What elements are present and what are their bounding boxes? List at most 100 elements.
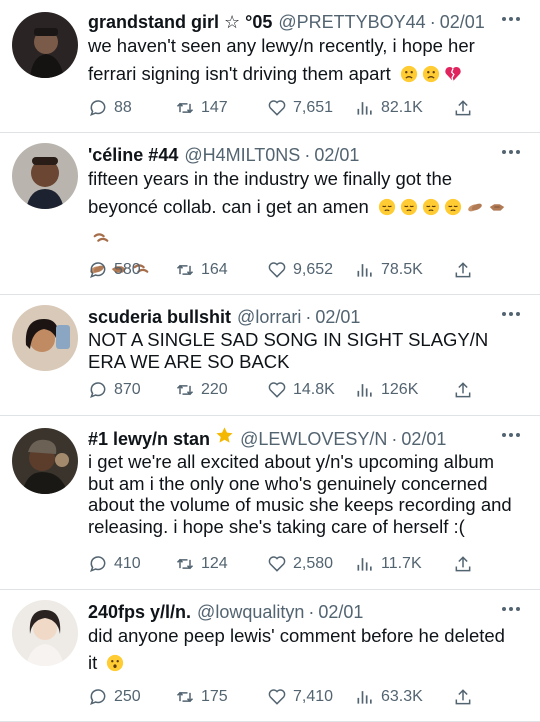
tweet-actions: 870 220 14.8K 126K [88, 365, 473, 415]
display-name[interactable]: #1 lewy/n stan [88, 427, 210, 451]
tweet-actions: 410 124 2,580 11.7K [88, 539, 473, 589]
retweet-button[interactable]: 220 [175, 380, 267, 400]
views-icon [357, 384, 372, 397]
views-button[interactable]: 63.3K [355, 687, 453, 707]
like-button[interactable]: 2,580 [267, 554, 355, 574]
like-button[interactable]: 14.8K [267, 380, 355, 400]
tweet-text: we haven't seen any lewy/n recently, i h… [88, 32, 526, 91]
views-button[interactable]: 82.1K [355, 98, 453, 118]
separator: · [308, 602, 315, 622]
reply-icon [90, 100, 106, 116]
share-icon [455, 556, 471, 572]
more-options-icon[interactable] [502, 309, 522, 319]
like-button[interactable]: 9,652 [267, 260, 355, 280]
reply-count: 88 [114, 99, 132, 116]
reply-button[interactable]: 88 [88, 98, 175, 118]
heart-icon [268, 262, 286, 278]
reply-button[interactable]: 580 [88, 260, 175, 280]
retweet-button[interactable]: 164 [175, 260, 267, 280]
handle[interactable]: @lorrari [237, 305, 301, 329]
reply-icon [90, 556, 106, 572]
handshake-icon [488, 196, 506, 224]
display-name[interactable]: 240fps y/l/n. [88, 600, 191, 624]
timestamp[interactable]: 02/01 [440, 10, 485, 34]
handle[interactable]: @lowqualityn [197, 600, 304, 624]
like-button[interactable]: 7,651 [267, 98, 355, 118]
timestamp[interactable]: 02/01 [314, 143, 359, 167]
display-name[interactable]: 'céline #44 [88, 143, 178, 167]
like-button[interactable]: 7,410 [267, 687, 355, 707]
tweet-header: grandstand girl ☆ °05 @PRETTYBOY44 · 02/… [88, 10, 526, 34]
retweet-icon [176, 264, 194, 276]
reply-button[interactable]: 410 [88, 554, 175, 574]
tweet-header: 240fps y/l/n. @lowqualityn · 02/01 [88, 600, 526, 624]
views-icon [357, 691, 372, 704]
heart-icon [268, 556, 286, 572]
display-name[interactable]: scuderia bullshit [88, 305, 231, 329]
share-button[interactable] [453, 260, 473, 280]
tweet[interactable]: #1 lewy/n stan @LEWLOVESY/N · 02/01 i ge… [0, 416, 540, 590]
views-button[interactable]: 11.7K [355, 554, 453, 574]
separator: · [305, 307, 312, 327]
views-button[interactable]: 78.5K [355, 260, 453, 280]
avatar[interactable] [12, 12, 78, 78]
reply-button[interactable]: 870 [88, 380, 175, 400]
share-button[interactable] [453, 380, 473, 400]
like-count: 9,652 [293, 261, 334, 278]
tweet-header: 'céline #44 @H4MILT0NS · 02/01 [88, 143, 526, 167]
display-name[interactable]: grandstand girl ☆ °05 [88, 10, 272, 34]
more-options-icon[interactable] [502, 147, 522, 157]
retweet-count: 164 [201, 261, 228, 278]
reply-button[interactable]: 250 [88, 687, 175, 707]
reply-icon [90, 262, 106, 278]
more-options-icon[interactable] [502, 14, 522, 24]
like-count: 7,410 [293, 688, 334, 705]
handle[interactable]: @LEWLOVESY/N [240, 427, 387, 451]
share-button[interactable] [453, 98, 473, 118]
heart-icon [268, 689, 286, 705]
handle[interactable]: @PRETTYBOY44 [278, 10, 425, 34]
views-icon [357, 264, 372, 277]
tweet[interactable]: 240fps y/l/n. @lowqualityn · 02/01 did a… [0, 590, 540, 722]
views-button[interactable]: 126K [355, 380, 453, 400]
avatar[interactable] [12, 305, 78, 371]
reply-icon [90, 689, 106, 705]
tweet-actions: 88 147 7,651 82.1K [88, 84, 473, 132]
tweet[interactable]: grandstand girl ☆ °05 @PRETTYBOY44 · 02/… [0, 0, 540, 133]
avatar[interactable] [12, 143, 78, 209]
tweet-text-content: i get we're all excited about y/n's upco… [88, 451, 512, 537]
retweet-button[interactable]: 147 [175, 98, 267, 118]
star-icon [215, 426, 234, 451]
share-icon [455, 382, 471, 398]
more-options-icon[interactable] [502, 430, 522, 440]
tweet[interactable]: scuderia bullshit @lorrari · 02/01 NOT A… [0, 295, 540, 416]
separator: · [429, 12, 436, 32]
tweet[interactable]: 'céline #44 @H4MILT0NS · 02/01 fifteen y… [0, 133, 540, 295]
timestamp[interactable]: 02/01 [401, 427, 446, 451]
more-options-icon[interactable] [502, 604, 522, 614]
avatar[interactable] [12, 600, 78, 666]
retweet-count: 147 [201, 99, 228, 116]
heart-icon [268, 100, 286, 116]
tweet-text: i get we're all excited about y/n's upco… [88, 451, 526, 537]
avatar[interactable] [12, 428, 78, 494]
share-button[interactable] [453, 687, 473, 707]
separator: · [304, 145, 311, 165]
retweet-button[interactable]: 124 [175, 554, 267, 574]
handle[interactable]: @H4MILT0NS [184, 143, 300, 167]
like-count: 7,651 [293, 99, 334, 116]
retweet-count: 175 [201, 688, 228, 705]
retweet-icon [176, 102, 194, 114]
retweet-icon [176, 384, 194, 396]
reply-count: 580 [114, 261, 141, 278]
view-count: 126K [381, 381, 419, 398]
retweet-icon [176, 691, 194, 703]
retweet-button[interactable]: 175 [175, 687, 267, 707]
clapping-hands-icon [466, 196, 484, 224]
view-count: 63.3K [381, 688, 423, 705]
timestamp[interactable]: 02/01 [315, 305, 360, 329]
timestamp[interactable]: 02/01 [318, 600, 363, 624]
separator: · [391, 429, 398, 449]
tweet-feed: grandstand girl ☆ °05 @PRETTYBOY44 · 02/… [0, 0, 540, 722]
share-button[interactable] [453, 554, 473, 574]
